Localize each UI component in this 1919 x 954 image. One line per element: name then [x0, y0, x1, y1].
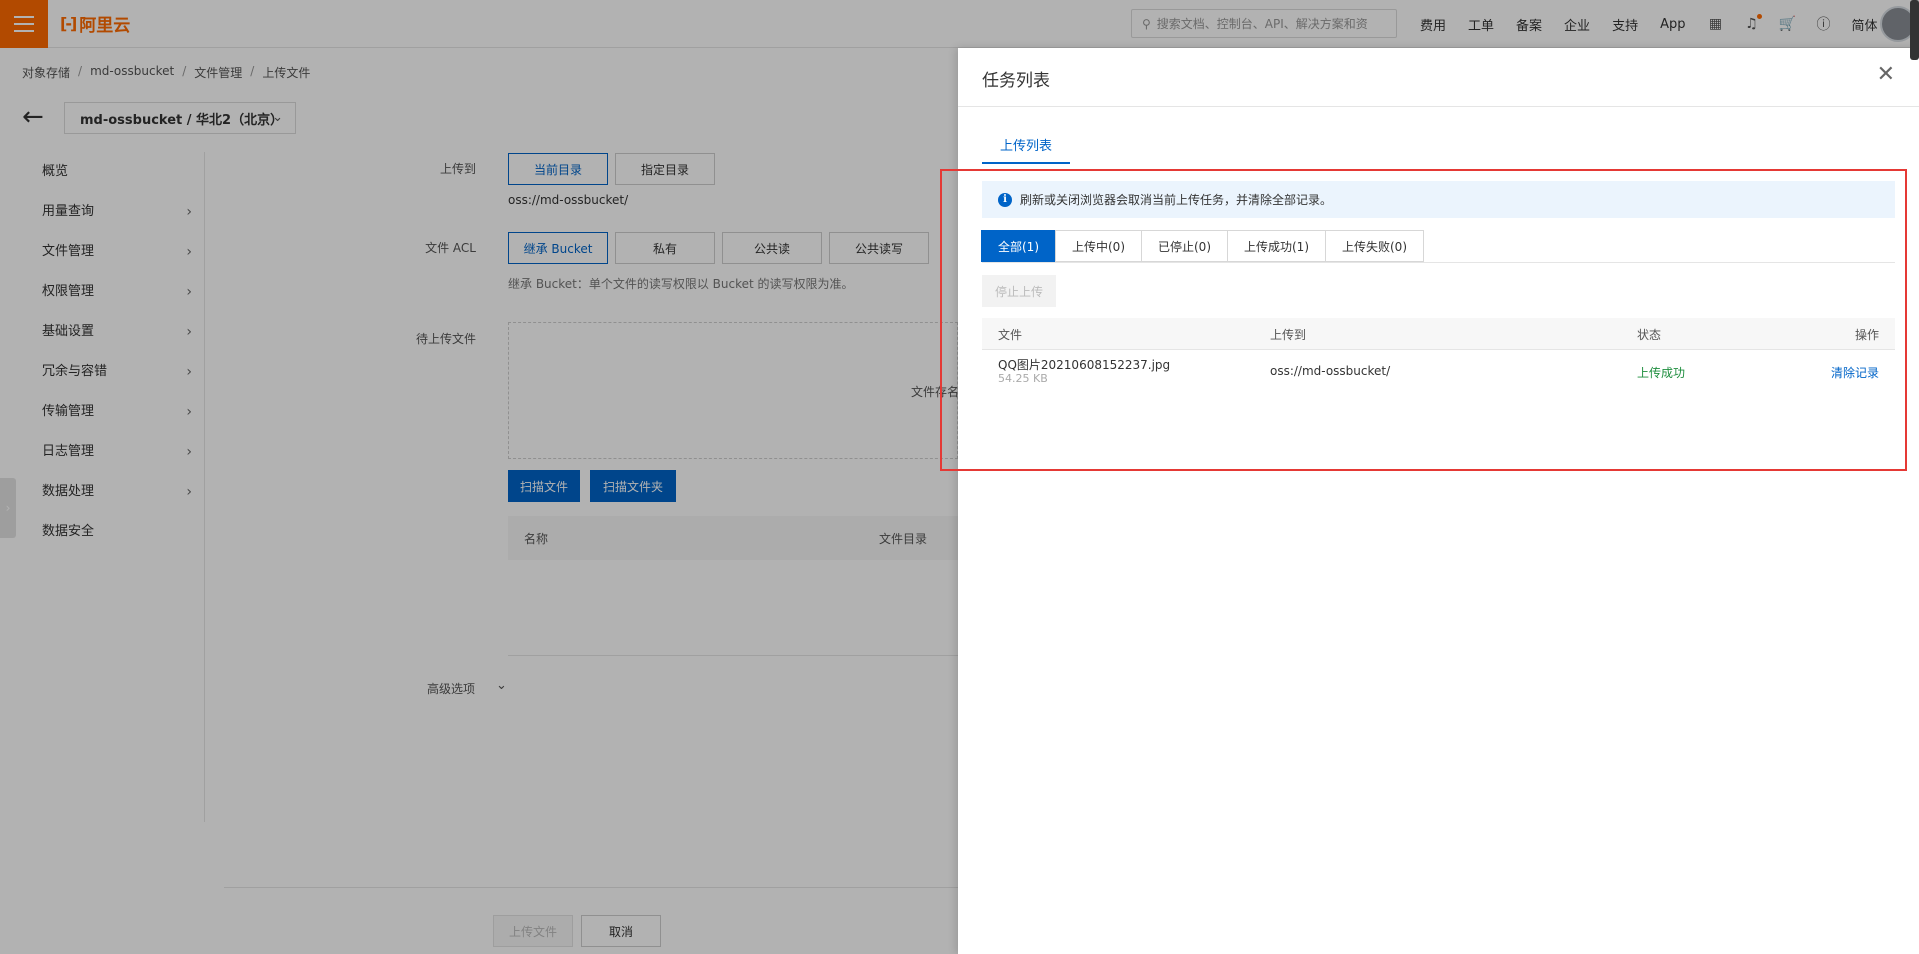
- drawer-divider: [958, 106, 1919, 107]
- modal-backdrop-top: [958, 0, 1919, 48]
- scrollbar[interactable]: [1910, 0, 1919, 60]
- highlight-box: [940, 169, 1907, 471]
- modal-backdrop[interactable]: [0, 0, 958, 954]
- tab-upload-list[interactable]: 上传列表: [982, 136, 1070, 164]
- drawer-title: 任务列表: [982, 71, 1050, 91]
- close-icon[interactable]: ✕: [1877, 64, 1895, 86]
